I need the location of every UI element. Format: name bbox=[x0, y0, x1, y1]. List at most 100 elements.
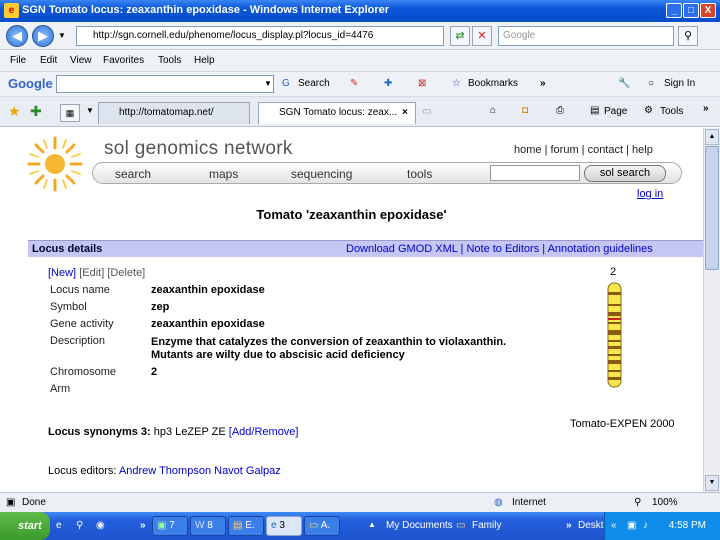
family-folder-icon: ▭ bbox=[456, 520, 466, 531]
star-icon[interactable]: ☆ bbox=[452, 78, 461, 89]
add-favorite-icon[interactable]: ✚ bbox=[30, 103, 42, 120]
zoom-icon[interactable]: ⚲ bbox=[634, 497, 641, 508]
sol-search-button[interactable]: sol search bbox=[584, 165, 666, 182]
quicklaunch-firefox-icon[interactable]: ◉ bbox=[96, 520, 105, 531]
menu-file[interactable]: File bbox=[10, 55, 26, 66]
field-label-symbol: Symbol bbox=[50, 301, 87, 313]
page-scrollbar[interactable]: ▲ ▼ bbox=[703, 128, 720, 492]
feeds-icon[interactable]: ◘ bbox=[522, 105, 528, 116]
taskbar-excel-group[interactable]: ▣ 7 bbox=[152, 516, 188, 536]
close-tab-icon[interactable]: × bbox=[402, 107, 408, 118]
tab-tomatomap[interactable]: http://tomatomap.net/ bbox=[98, 102, 250, 124]
taskbar-my-documents[interactable]: My Documents bbox=[386, 520, 453, 531]
map-label: Tomato-EXPEN 2000 bbox=[570, 418, 675, 430]
quicklaunch-search-icon[interactable]: ⚲ bbox=[76, 520, 83, 531]
tab-tools-more-icon[interactable]: » bbox=[703, 103, 709, 114]
sgn-sun-logo-icon[interactable] bbox=[26, 136, 84, 192]
scroll-up-icon[interactable]: ▲ bbox=[705, 129, 719, 145]
note-to-editors-link[interactable]: Note to Editors bbox=[466, 243, 539, 255]
windows-taskbar: start e ⚲ ◉ » ▣ 7 W 8 ▤ E. e 3 ▭ A. ▲ My… bbox=[0, 512, 720, 540]
google-search-button[interactable]: Search bbox=[298, 78, 330, 89]
highlight-icon[interactable]: ✎ bbox=[350, 78, 358, 89]
download-gmod-xml-link[interactable]: Download GMOD XML bbox=[346, 243, 457, 255]
google-dropdown-icon[interactable]: ▼ bbox=[264, 79, 272, 88]
tab-sgn-locus[interactable]: SGN Tomato locus: zeax... bbox=[258, 102, 416, 124]
tools-menu[interactable]: Tools bbox=[660, 106, 683, 117]
annotation-guidelines-link[interactable]: Annotation guidelines bbox=[548, 243, 653, 255]
forward-button[interactable]: ▶ bbox=[32, 25, 54, 47]
quicklaunch-more-icon[interactable]: » bbox=[140, 520, 146, 531]
google-more-icon[interactable]: » bbox=[540, 78, 546, 89]
page-menu[interactable]: Page bbox=[604, 106, 627, 117]
menu-favorites[interactable]: Favorites bbox=[103, 55, 144, 66]
refresh-go-icon[interactable]: ⇄ bbox=[450, 26, 470, 46]
tray-expand-icon[interactable]: « bbox=[611, 520, 617, 531]
tab-list-icon[interactable]: ▼ bbox=[86, 106, 94, 115]
search-input[interactable]: Google bbox=[498, 26, 674, 46]
page-title: Tomato 'zeaxanthin epoxidase' bbox=[256, 207, 447, 222]
home-icon[interactable]: ⌂ bbox=[490, 105, 496, 116]
plus-icon[interactable]: ✚ bbox=[384, 78, 392, 89]
nav-search[interactable]: search bbox=[115, 167, 151, 181]
sign-in-button[interactable]: Sign In bbox=[664, 78, 695, 89]
taskbar-more-icon[interactable]: » bbox=[566, 520, 572, 531]
quick-tabs-icon[interactable]: ▦ bbox=[60, 104, 80, 122]
tray-network-icon[interactable]: ▣ bbox=[627, 520, 636, 531]
menu-edit[interactable]: Edit bbox=[40, 55, 57, 66]
minimize-button[interactable]: _ bbox=[666, 3, 682, 18]
scroll-thumb[interactable] bbox=[705, 146, 719, 270]
login-link[interactable]: log in bbox=[637, 188, 663, 200]
editors-label: Locus editors: bbox=[48, 465, 117, 477]
nav-maps[interactable]: maps bbox=[209, 167, 238, 181]
system-tray: « ▣ ♪ 4:58 PM bbox=[604, 512, 720, 540]
locus-editors: Locus editors: Andrew Thompson Navot Gal… bbox=[48, 465, 281, 477]
new-tab-icon[interactable]: ▭ bbox=[422, 106, 431, 117]
favorites-star-icon[interactable]: ★ bbox=[8, 103, 21, 120]
site-brand[interactable]: sol genomics network bbox=[104, 138, 293, 160]
zoom-level[interactable]: 100% bbox=[652, 497, 678, 508]
chromosome-map-icon[interactable] bbox=[607, 282, 622, 388]
section-links: Download GMOD XML | Note to Editors | An… bbox=[346, 243, 653, 255]
new-link[interactable]: [New] bbox=[48, 267, 76, 279]
field-value-gene-activity: zeaxanthin epoxidase bbox=[151, 318, 265, 330]
taskbar-word-group[interactable]: W 8 bbox=[190, 516, 226, 536]
google-search-input[interactable] bbox=[56, 75, 274, 93]
chromosome-number: 2 bbox=[610, 266, 617, 278]
field-value-description: Enzyme that catalyzes the conversion of … bbox=[151, 336, 507, 348]
print-icon[interactable]: ⎙ bbox=[556, 105, 564, 116]
address-bar[interactable]: http://sgn.cornell.edu/phenome/locus_dis… bbox=[76, 26, 444, 46]
scroll-down-icon[interactable]: ▼ bbox=[705, 475, 719, 491]
field-label-locus-name: Locus name bbox=[50, 284, 110, 296]
taskbar-e-group[interactable]: ▤ E. bbox=[228, 516, 264, 536]
menu-view[interactable]: View bbox=[70, 55, 92, 66]
editors-links[interactable]: Andrew Thompson Navot Galpaz bbox=[119, 465, 281, 477]
taskbar-folder-group[interactable]: ▭ A. bbox=[304, 516, 340, 536]
tray-volume-icon[interactable]: ♪ bbox=[643, 520, 648, 531]
wrench-icon[interactable]: 🔧 bbox=[618, 78, 630, 89]
site-search-input[interactable] bbox=[490, 165, 580, 181]
section-title: Locus details bbox=[32, 243, 103, 255]
synonyms-label: Locus synonyms 3: bbox=[48, 426, 151, 438]
nav-tools[interactable]: tools bbox=[407, 167, 432, 181]
google-logo: Google bbox=[8, 76, 53, 91]
field-value-description-line2: Mutants are wilty due to abscisic acid d… bbox=[151, 349, 405, 361]
taskbar-family[interactable]: Family bbox=[472, 520, 501, 531]
menu-help[interactable]: Help bbox=[194, 55, 215, 66]
start-button[interactable]: start bbox=[0, 512, 50, 540]
add-remove-link[interactable]: [Add/Remove] bbox=[229, 426, 299, 438]
site-top-links[interactable]: home | forum | contact | help bbox=[514, 144, 653, 156]
taskbar-ie-group[interactable]: e 3 bbox=[266, 516, 302, 536]
stop-icon[interactable]: ✕ bbox=[472, 26, 492, 46]
history-dropdown-icon[interactable]: ▼ bbox=[58, 31, 66, 40]
nav-sequencing[interactable]: sequencing bbox=[291, 167, 352, 181]
close-button[interactable]: X bbox=[700, 3, 716, 18]
popup-blocker-icon[interactable]: ⊠ bbox=[418, 78, 426, 89]
quicklaunch-ie-icon[interactable]: e bbox=[56, 520, 62, 531]
menu-tools[interactable]: Tools bbox=[158, 55, 181, 66]
bookmarks-button[interactable]: Bookmarks bbox=[468, 78, 518, 89]
field-value-symbol: zep bbox=[151, 301, 170, 313]
search-icon[interactable]: ⚲ bbox=[678, 26, 698, 46]
taskbar-scroll-icon[interactable]: ▲ bbox=[368, 520, 376, 529]
maximize-button[interactable]: □ bbox=[683, 3, 699, 18]
back-button[interactable]: ◀ bbox=[6, 25, 28, 47]
